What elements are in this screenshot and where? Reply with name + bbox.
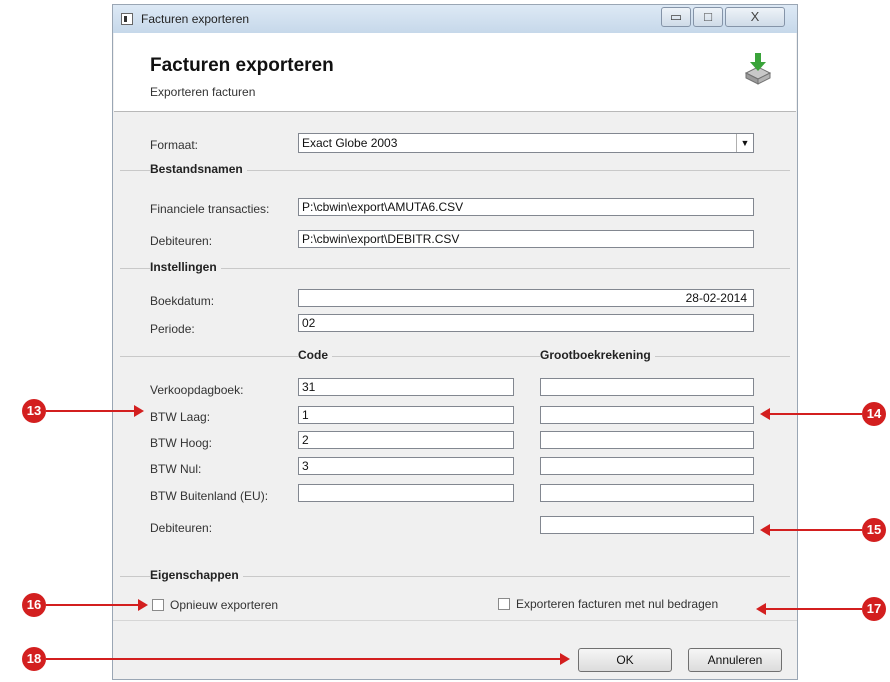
btw-hoog-gb-input[interactable]	[540, 431, 754, 449]
periode-label: Periode:	[150, 322, 195, 336]
nul-bedragen-checkbox[interactable]	[498, 598, 510, 610]
callout-18-arrow	[46, 658, 562, 660]
header-subtitle: Exporteren facturen	[150, 85, 256, 99]
dialog-header: Facturen exporteren Exporteren facturen	[114, 33, 796, 112]
code-heading: Code	[298, 348, 332, 362]
boekdatum-label: Boekdatum:	[150, 294, 215, 308]
opnieuw-exporteren-checkbox[interactable]	[152, 599, 164, 611]
callout-13-arrow	[46, 410, 136, 412]
callout-14-arrow	[770, 413, 862, 415]
header-title: Facturen exporteren	[150, 55, 334, 76]
debiteuren-file-label: Debiteuren:	[150, 234, 213, 248]
callout-16: 16	[22, 593, 46, 617]
verkoopdagboek-code-input[interactable]: 31	[298, 378, 514, 396]
debiteuren-gb-input[interactable]	[540, 516, 754, 534]
btw-nul-code-input[interactable]: 3	[298, 457, 514, 475]
callout-15: 15	[862, 518, 886, 542]
arrowhead-right-icon	[138, 599, 148, 611]
format-label: Formaat:	[150, 138, 199, 152]
financiele-transacties-label: Financiele transacties:	[150, 202, 270, 216]
btw-hoog-code-input[interactable]: 2	[298, 431, 514, 449]
section-eigenschappen: Eigenschappen	[150, 568, 243, 582]
btw-buitenland-code-input[interactable]	[298, 484, 514, 502]
callout-18: 18	[22, 647, 46, 671]
grootboekrekening-heading: Grootboekrekening	[540, 348, 655, 362]
callout-17-arrow	[766, 608, 862, 610]
arrowhead-left-icon	[760, 524, 770, 536]
arrowhead-left-icon	[756, 603, 766, 615]
minimize-icon: ▭	[669, 9, 683, 24]
footer-divider	[113, 620, 797, 621]
periode-input[interactable]: 02	[298, 314, 754, 332]
ok-button[interactable]: OK	[578, 648, 672, 672]
format-select[interactable]: Exact Globe 2003 ▼	[298, 133, 754, 153]
arrowhead-right-icon	[560, 653, 570, 665]
btw-nul-gb-input[interactable]	[540, 457, 754, 475]
callout-14: 14	[862, 402, 886, 426]
btw-buitenland-label: BTW Buitenland (EU):	[150, 489, 269, 503]
maximize-button[interactable]: □	[693, 7, 723, 27]
app-icon	[121, 13, 133, 25]
nul-bedragen-label[interactable]: Exporteren facturen met nul bedragen	[516, 597, 718, 611]
close-button[interactable]: X	[725, 7, 785, 27]
maximize-icon: □	[704, 9, 712, 24]
callout-13: 13	[22, 399, 46, 423]
opnieuw-exporteren-label[interactable]: Opnieuw exporteren	[170, 598, 278, 612]
financiele-transacties-input[interactable]: P:\cbwin\export\AMUTA6.CSV	[298, 198, 754, 216]
close-icon: X	[750, 9, 760, 24]
export-printer-icon	[744, 53, 772, 85]
window-title: Facturen exporteren	[141, 12, 250, 26]
btw-hoog-label: BTW Hoog:	[150, 436, 213, 450]
debiteuren-gb-label: Debiteuren:	[150, 521, 213, 535]
section-instellingen: Instellingen	[150, 260, 221, 274]
callout-15-arrow	[770, 529, 862, 531]
annuleren-button[interactable]: Annuleren	[688, 648, 782, 672]
minimize-button[interactable]: ▭	[661, 7, 691, 27]
chevron-down-icon[interactable]: ▼	[736, 134, 753, 152]
arrowhead-right-icon	[134, 405, 144, 417]
btw-laag-code-input[interactable]: 1	[298, 406, 514, 424]
divider	[120, 356, 790, 357]
format-value: Exact Globe 2003	[302, 136, 398, 150]
btw-laag-label: BTW Laag:	[150, 410, 211, 424]
btw-nul-label: BTW Nul:	[150, 462, 202, 476]
debiteuren-file-input[interactable]: P:\cbwin\export\DEBITR.CSV	[298, 230, 754, 248]
callout-17: 17	[862, 597, 886, 621]
btw-buitenland-gb-input[interactable]	[540, 484, 754, 502]
verkoopdagboek-label: Verkoopdagboek:	[150, 383, 244, 397]
btw-laag-gb-input[interactable]	[540, 406, 754, 424]
arrowhead-left-icon	[760, 408, 770, 420]
section-bestandsnamen: Bestandsnamen	[150, 162, 247, 176]
verkoopdagboek-gb-input[interactable]	[540, 378, 754, 396]
callout-16-arrow	[46, 604, 140, 606]
boekdatum-input[interactable]: 28-02-2014	[298, 289, 754, 307]
title-bar[interactable]: Facturen exporteren ▭ □ X	[113, 5, 797, 33]
